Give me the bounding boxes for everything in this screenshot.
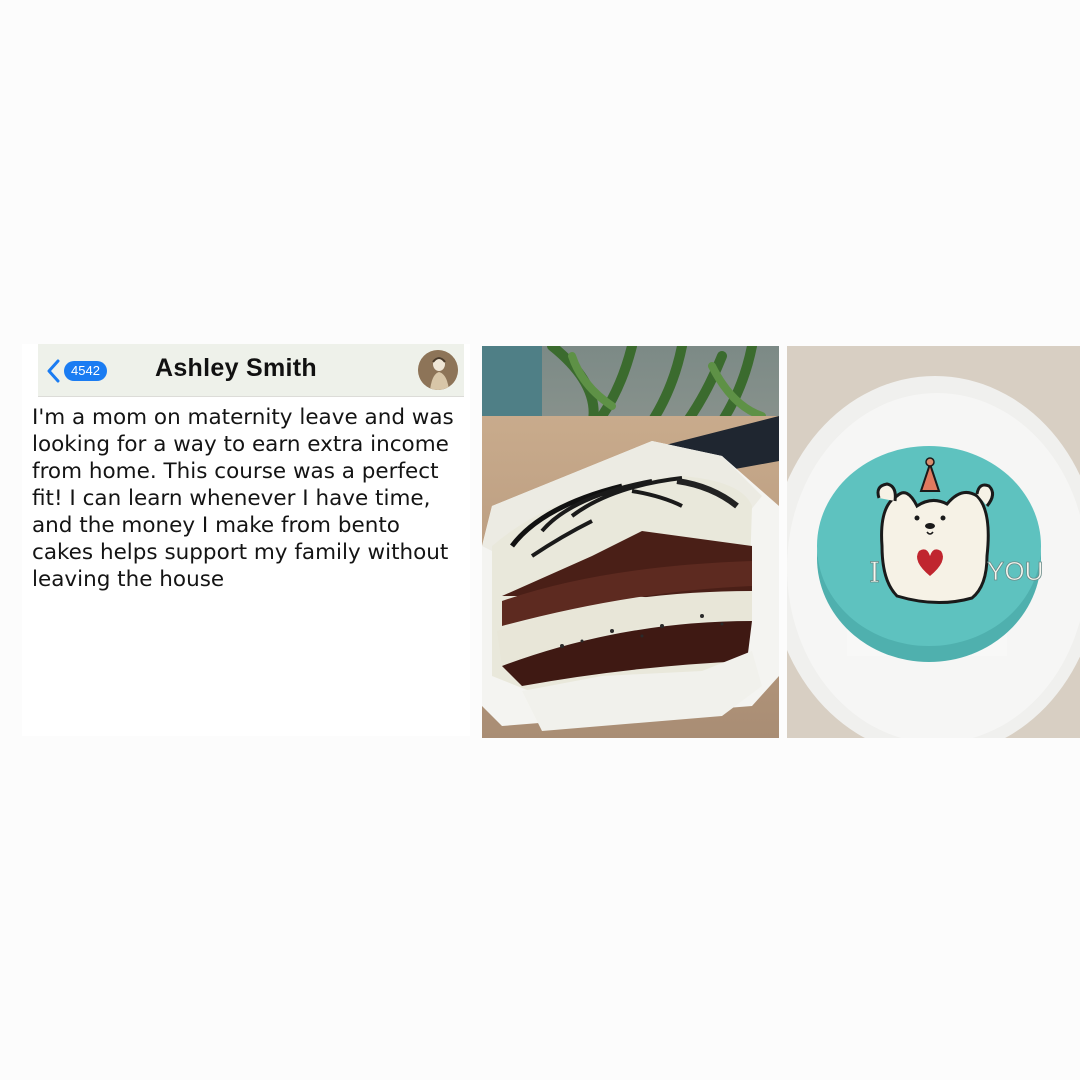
avatar[interactable] (418, 350, 458, 390)
profile-photo (418, 350, 458, 390)
chat-screenshot: 4542 Ashley Smith I'm a mom on maternity… (22, 344, 470, 736)
message-text: I'm a mom on maternity leave and was loo… (32, 405, 454, 592)
cake-text-i: I (869, 556, 880, 589)
contact-name: Ashley Smith (155, 354, 317, 382)
chat-header: 4542 Ashley Smith (38, 344, 464, 397)
cake-slice-photo (482, 346, 779, 738)
cake-text-you: YOU (987, 556, 1043, 586)
bear-cake-photo: I YOU (787, 346, 1080, 738)
